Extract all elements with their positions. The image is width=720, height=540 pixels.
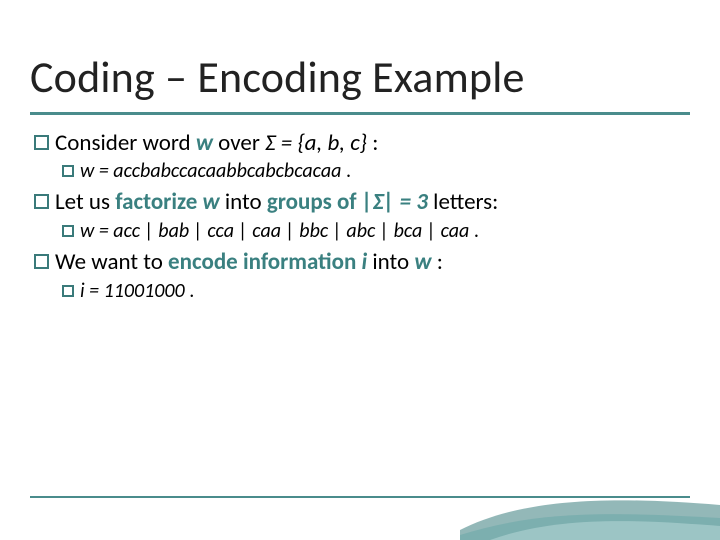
bullet-square-icon [34, 194, 49, 209]
bullet-factorize: Let us factorize w into groups of |Σ| = … [34, 188, 690, 217]
bullet-text: w = acc | bab | cca | caa | bbc | abc | … [80, 219, 479, 244]
bullet-text: We want to encode information i into w : [55, 248, 443, 277]
subbullet-w-value: w = accbabccacaabbcabcbcacaa . [62, 159, 690, 184]
bullet-square-icon [34, 254, 49, 269]
slide-body: Consider word w over Σ = {a, b, c} : w =… [30, 129, 690, 304]
bullet-square-icon [62, 225, 74, 237]
subbullet-i-value: i = 11001000 . [62, 279, 690, 304]
footer-rule [30, 496, 690, 499]
bullet-consider: Consider word w over Σ = {a, b, c} : [34, 129, 690, 158]
footer-swoosh-icon [460, 470, 720, 540]
slide-title: Coding – Encoding Example [30, 50, 690, 104]
bullet-square-icon [62, 285, 74, 297]
subbullet-factorized: w = acc | bab | cca | caa | bbc | abc | … [62, 219, 690, 244]
bullet-text: w = accbabccacaabbcabcbcacaa . [80, 159, 351, 184]
bullet-text: Let us factorize w into groups of |Σ| = … [55, 188, 498, 217]
bullet-encode: We want to encode information i into w : [34, 248, 690, 277]
bullet-text: i = 11001000 . [80, 279, 194, 304]
bullet-square-icon [62, 165, 74, 177]
bullet-text: Consider word w over Σ = {a, b, c} : [55, 129, 378, 158]
bullet-square-icon [34, 135, 49, 150]
title-underline [30, 112, 690, 115]
